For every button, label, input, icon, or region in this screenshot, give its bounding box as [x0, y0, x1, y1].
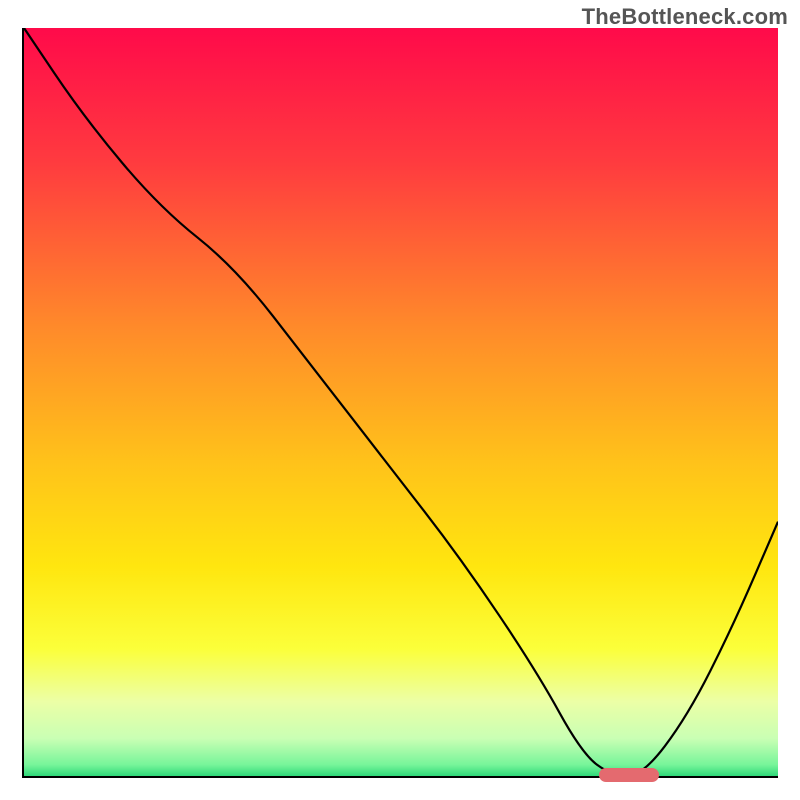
optimal-marker: [599, 768, 659, 782]
watermark-text: TheBottleneck.com: [582, 4, 788, 30]
plot-area: [22, 28, 778, 778]
chart-container: TheBottleneck.com: [0, 0, 800, 800]
bottleneck-curve: [24, 28, 778, 776]
